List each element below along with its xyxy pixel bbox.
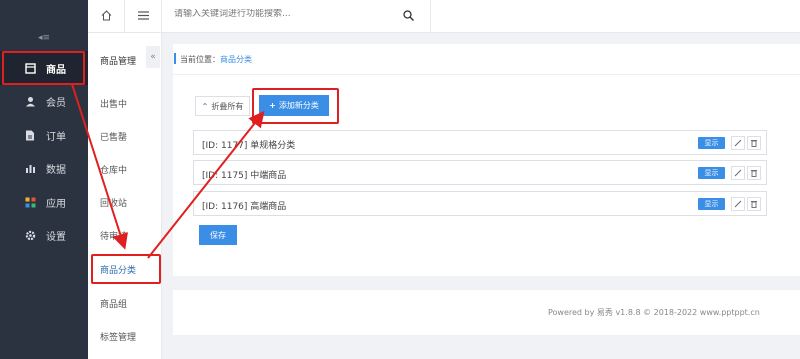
sidebar-item-orders[interactable]: 订单 (0, 118, 88, 152)
topbar-left-buttons (88, 0, 162, 33)
visibility-badge[interactable]: 显示 (698, 198, 725, 210)
user-icon (24, 95, 36, 107)
sidebar-item-label: 会员 (46, 97, 66, 109)
category-label: [ID: 1175] 中端商品 (202, 171, 287, 181)
breadcrumb: 当前位置：商品分类 (180, 54, 252, 65)
sidebar-item-apps[interactable]: 应用 (0, 185, 88, 219)
category-row: [ID: 1177] 单规格分类 显示 (193, 130, 767, 155)
subnav-item-goods-group[interactable]: 商品组 (100, 297, 127, 310)
subnav-item-tag-management[interactable]: 标签管理 (100, 330, 136, 343)
subnav-item-on-sale[interactable]: 出售中 (100, 97, 127, 110)
home-button[interactable] (88, 0, 125, 33)
edit-icon[interactable] (731, 136, 745, 150)
menu-icon (137, 10, 149, 23)
menu-button[interactable] (125, 0, 162, 33)
edit-icon[interactable] (731, 197, 745, 211)
sidebar-item-settings[interactable]: 设置 (0, 218, 88, 252)
save-button[interactable]: 保存 (199, 225, 237, 245)
sidebar-item-label: 应用 (46, 198, 66, 210)
search-button[interactable] (400, 9, 416, 25)
sidebar-item-label: 数据 (46, 164, 66, 176)
visibility-badge[interactable]: 显示 (698, 137, 725, 149)
fold-all-label: 折叠所有 (211, 101, 244, 111)
sidebar-collapse-toggle[interactable]: ◂≡ (0, 33, 88, 43)
subnav-item-sold-out[interactable]: 已售罄 (100, 130, 127, 143)
trash-icon[interactable] (747, 197, 761, 211)
chart-icon (24, 162, 36, 174)
breadcrumb-marker (174, 53, 176, 64)
subnav-item-pending-review[interactable]: 待审核 (100, 229, 127, 242)
subnav-title: 商品管理 (100, 57, 137, 67)
add-category-label: 添加新分类 (278, 101, 319, 110)
edit-icon[interactable] (731, 166, 745, 180)
visibility-badge[interactable]: 显示 (698, 167, 725, 179)
annotation-box-goods (2, 51, 85, 85)
subnav-item-recycle-bin[interactable]: 回收站 (100, 196, 127, 209)
search-input[interactable] (174, 9, 384, 19)
add-category-button[interactable]: + 添加新分类 (259, 95, 329, 116)
chevron-up-icon: ⌃ (201, 101, 209, 111)
fold-all-button[interactable]: ⌃ 折叠所有 (195, 96, 250, 116)
sidebar-item-label: 设置 (46, 231, 66, 243)
apps-icon (24, 196, 36, 208)
subnav-collapse-button[interactable]: « (146, 46, 160, 68)
card-divider (173, 74, 800, 75)
home-icon (101, 9, 112, 24)
footer-text: Powered by 易秀 v1.8.8 © 2018-2022 www.ppt… (548, 308, 760, 317)
plus-icon: + (269, 101, 276, 110)
subnav-item-warehouse[interactable]: 仓库中 (100, 163, 127, 176)
category-label: [ID: 1176] 高端商品 (202, 202, 287, 212)
search-separator (430, 0, 431, 33)
breadcrumb-current[interactable]: 商品分类 (220, 55, 252, 64)
trash-icon[interactable] (747, 136, 761, 150)
sidebar-item-label: 订单 (46, 131, 66, 143)
search-icon (402, 10, 414, 24)
trash-icon[interactable] (747, 166, 761, 180)
breadcrumb-prefix: 当前位置： (180, 55, 220, 64)
category-row: [ID: 1175] 中端商品 显示 (193, 160, 767, 185)
category-row: [ID: 1176] 高端商品 显示 (193, 191, 767, 216)
sidebar-item-members[interactable]: 会员 (0, 84, 88, 118)
gear-icon (24, 229, 36, 241)
top-search-bar (162, 0, 800, 33)
order-icon (24, 129, 36, 141)
category-label: [ID: 1177] 单规格分类 (202, 141, 296, 151)
sidebar-item-data[interactable]: 数据 (0, 151, 88, 185)
subnav-item-category[interactable]: 商品分类 (100, 263, 136, 276)
